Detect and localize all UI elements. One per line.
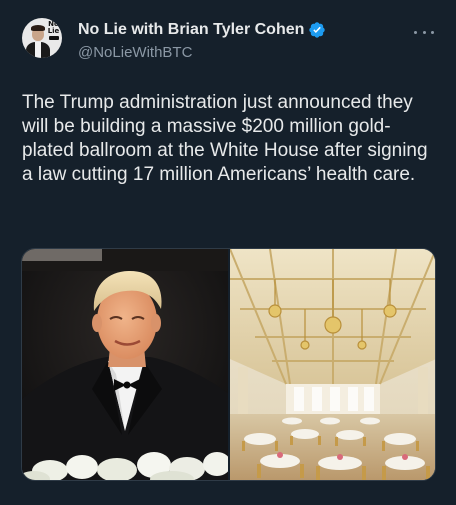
tweet-text: The Trump administration just announced …: [22, 92, 428, 185]
verified-badge-icon: [308, 21, 326, 39]
more-dot: [414, 30, 417, 34]
avatar-brand-bar: [48, 36, 59, 40]
tweet-card: No Lie No Lie with Brian Tyler Cohen @No…: [0, 0, 456, 505]
author-name-row: No Lie with Brian Tyler Cohen: [78, 20, 326, 40]
author-handle[interactable]: @NoLieWithBTC: [78, 44, 192, 61]
author-avatar[interactable]: No Lie: [22, 18, 62, 58]
avatar-brand-logo: No Lie: [46, 21, 61, 40]
media-photo-gold-ballroom[interactable]: [230, 249, 435, 480]
author-display-name[interactable]: No Lie with Brian Tyler Cohen: [78, 21, 304, 39]
more-dot: [422, 30, 426, 34]
media-photo-man-in-tuxedo[interactable]: [22, 249, 228, 480]
avatar-person-shirt: [35, 42, 41, 58]
avatar-brand-text: No Lie: [47, 20, 60, 35]
avatar-person-hair: [31, 25, 45, 31]
more-options-icon[interactable]: [414, 22, 434, 42]
more-dot: [431, 30, 434, 34]
tweet-media[interactable]: [21, 248, 436, 481]
